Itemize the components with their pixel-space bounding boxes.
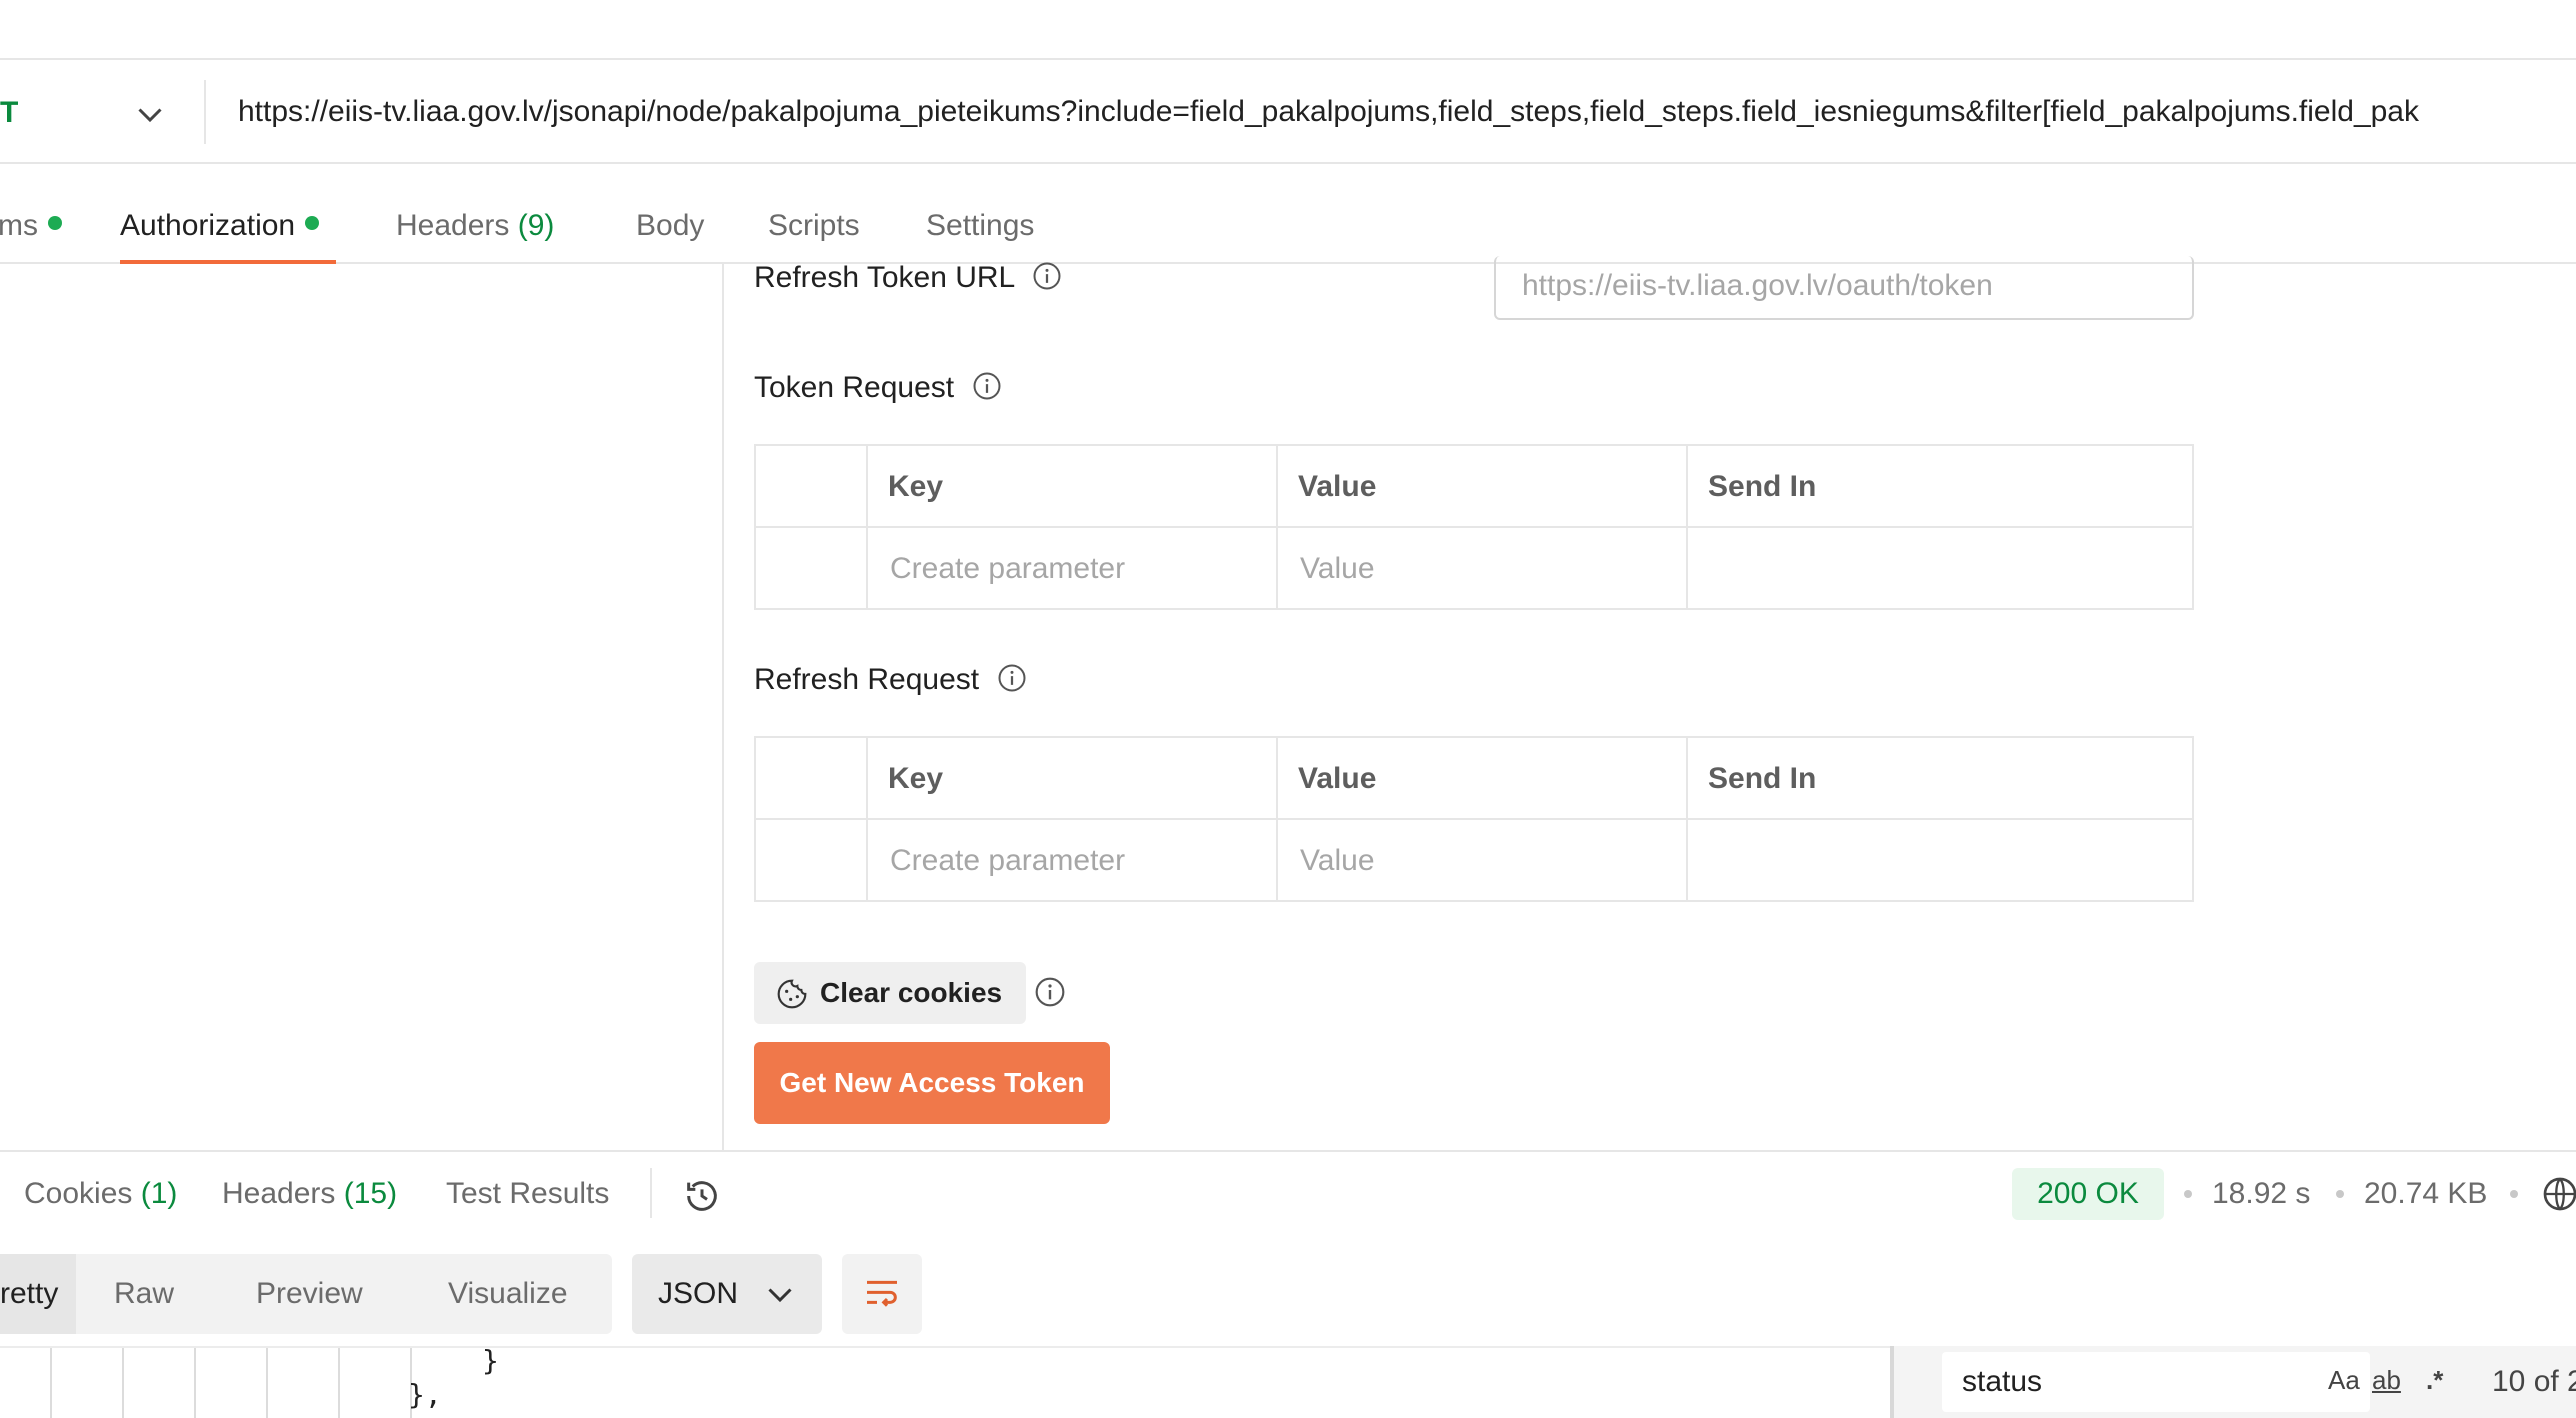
response-bar: Cookies (1) Headers (15) Test Results 20… xyxy=(0,1150,2576,1236)
value-input[interactable]: Value xyxy=(1276,528,1686,610)
view-mode-group: Pretty Raw Preview Visualize xyxy=(0,1254,612,1334)
tab-cookies[interactable]: Cookies (1) xyxy=(24,1172,177,1216)
refresh-token-url-input[interactable]: https://eiis-tv.liaa.gov.lv/oauth/token xyxy=(1494,256,2194,320)
view-pretty-button[interactable]: Pretty xyxy=(0,1254,76,1334)
tab-count: (9) xyxy=(517,209,555,242)
code-line: }, xyxy=(408,1378,442,1411)
cookie-icon xyxy=(777,979,807,1009)
separator-dot xyxy=(2184,1190,2192,1198)
indent-guide xyxy=(50,1348,52,1418)
indent-guide xyxy=(122,1348,124,1418)
refresh-request-table: Key Value Send In Create parameter Value xyxy=(754,736,2194,902)
url-divider xyxy=(204,80,206,144)
whole-word-toggle[interactable]: ab xyxy=(2372,1362,2401,1398)
globe-icon[interactable] xyxy=(2540,1174,2576,1214)
table-header-row: Key Value Send In xyxy=(756,738,2192,820)
tab-label: ms xyxy=(0,209,38,242)
send-in-select[interactable] xyxy=(1686,528,2192,610)
http-method-select[interactable]: T xyxy=(0,88,18,138)
find-input[interactable]: status xyxy=(1942,1352,2370,1412)
find-match-count: 10 of 2 xyxy=(2492,1365,2576,1398)
tab-label: Cookies xyxy=(24,1177,133,1210)
label-text: Token Request xyxy=(754,371,955,404)
tab-label: Headers xyxy=(222,1177,336,1210)
indent-guide xyxy=(194,1348,196,1418)
refresh-request-label: Refresh Request xyxy=(754,658,1027,702)
column-header-send-in: Send In xyxy=(1686,738,2192,820)
top-strip xyxy=(0,0,2576,60)
tab-count: (1) xyxy=(140,1177,178,1210)
send-in-select[interactable] xyxy=(1686,820,2192,902)
column-header-value: Value xyxy=(1276,446,1686,528)
find-panel: status Aa ab .* 10 of 2 xyxy=(1890,1346,2576,1418)
table-header-row: Key Value Send In xyxy=(756,446,2192,528)
format-select[interactable]: JSON xyxy=(632,1254,822,1334)
key-input[interactable]: Create parameter xyxy=(866,528,1276,610)
wrap-lines-icon xyxy=(867,1280,897,1307)
info-icon[interactable] xyxy=(1032,261,1062,291)
response-time[interactable]: 18.92 s xyxy=(2212,1172,2310,1216)
match-case-toggle[interactable]: Aa xyxy=(2328,1362,2360,1398)
view-raw-button[interactable]: Raw xyxy=(114,1254,174,1334)
button-label: Clear cookies xyxy=(820,977,1003,1008)
separator-dot xyxy=(2336,1190,2344,1198)
response-size[interactable]: 20.74 KB xyxy=(2364,1172,2487,1216)
value-input[interactable]: Value xyxy=(1276,820,1686,902)
status-dot xyxy=(48,216,62,231)
view-visualize-button[interactable]: Visualize xyxy=(448,1254,568,1334)
get-new-access-token-button[interactable]: Get New Access Token xyxy=(754,1042,1110,1124)
status-badge[interactable]: 200 OK xyxy=(2012,1168,2164,1220)
column-header-send-in: Send In xyxy=(1686,446,2192,528)
column-header-key: Key xyxy=(866,446,1276,528)
request-tabs: ms Authorization Headers (9) Body Script… xyxy=(0,164,2576,264)
key-input[interactable]: Create parameter xyxy=(866,820,1276,902)
tab-headers[interactable]: Headers (9) xyxy=(396,204,554,248)
tab-authorization[interactable]: Authorization xyxy=(120,204,320,248)
tab-test-results[interactable]: Test Results xyxy=(446,1172,609,1216)
separator-dot xyxy=(2510,1190,2518,1198)
divider xyxy=(650,1168,652,1218)
tab-response-headers[interactable]: Headers (15) xyxy=(222,1172,397,1216)
tab-label: Authorization xyxy=(120,209,296,242)
url-input[interactable]: https://eiis-tv.liaa.gov.lv/jsonapi/node… xyxy=(238,90,2419,134)
table-row: Create parameter Value xyxy=(756,528,2192,610)
chevron-down-icon[interactable] xyxy=(132,96,168,132)
tab-body[interactable]: Body xyxy=(636,204,704,248)
regex-toggle[interactable]: .* xyxy=(2426,1362,2443,1398)
token-request-label: Token Request xyxy=(754,366,1002,410)
clear-cookies-button[interactable]: Clear cookies xyxy=(754,962,1026,1024)
history-icon[interactable] xyxy=(682,1176,722,1216)
info-icon[interactable] xyxy=(997,663,1027,693)
label-text: Refresh Token URL xyxy=(754,261,1015,294)
column-header-value: Value xyxy=(1276,738,1686,820)
tab-settings[interactable]: Settings xyxy=(926,204,1034,248)
auth-type-pane xyxy=(0,264,724,1152)
tab-label: Headers xyxy=(396,209,510,242)
indent-guide xyxy=(266,1348,268,1418)
chevron-down-icon xyxy=(768,1288,792,1303)
status-dot xyxy=(305,216,320,231)
column-header-key: Key xyxy=(866,738,1276,820)
indent-guide xyxy=(338,1348,340,1418)
tab-scripts[interactable]: Scripts xyxy=(768,204,860,248)
view-preview-button[interactable]: Preview xyxy=(256,1254,363,1334)
tab-count: (15) xyxy=(343,1177,398,1210)
info-icon[interactable] xyxy=(1034,976,1066,1008)
table-row: Create parameter Value xyxy=(756,820,2192,902)
info-icon[interactable] xyxy=(972,371,1002,401)
refresh-token-url-label: Refresh Token URL xyxy=(754,256,1062,300)
label-text: Refresh Request xyxy=(754,663,980,696)
token-request-table: Key Value Send In Create parameter Value xyxy=(754,444,2194,610)
format-select-label: JSON xyxy=(658,1277,739,1310)
response-format-bar: Pretty Raw Preview Visualize JSON xyxy=(0,1236,2576,1346)
response-body-editor[interactable]: } }, xyxy=(0,1344,1890,1418)
url-bar: T https://eiis-tv.liaa.gov.lv/jsonapi/no… xyxy=(0,60,2576,164)
postman-window: T https://eiis-tv.liaa.gov.lv/jsonapi/no… xyxy=(0,0,2576,1418)
wrap-lines-button[interactable] xyxy=(842,1254,922,1334)
tab-params[interactable]: ms xyxy=(0,204,62,248)
code-line: } xyxy=(482,1344,499,1377)
